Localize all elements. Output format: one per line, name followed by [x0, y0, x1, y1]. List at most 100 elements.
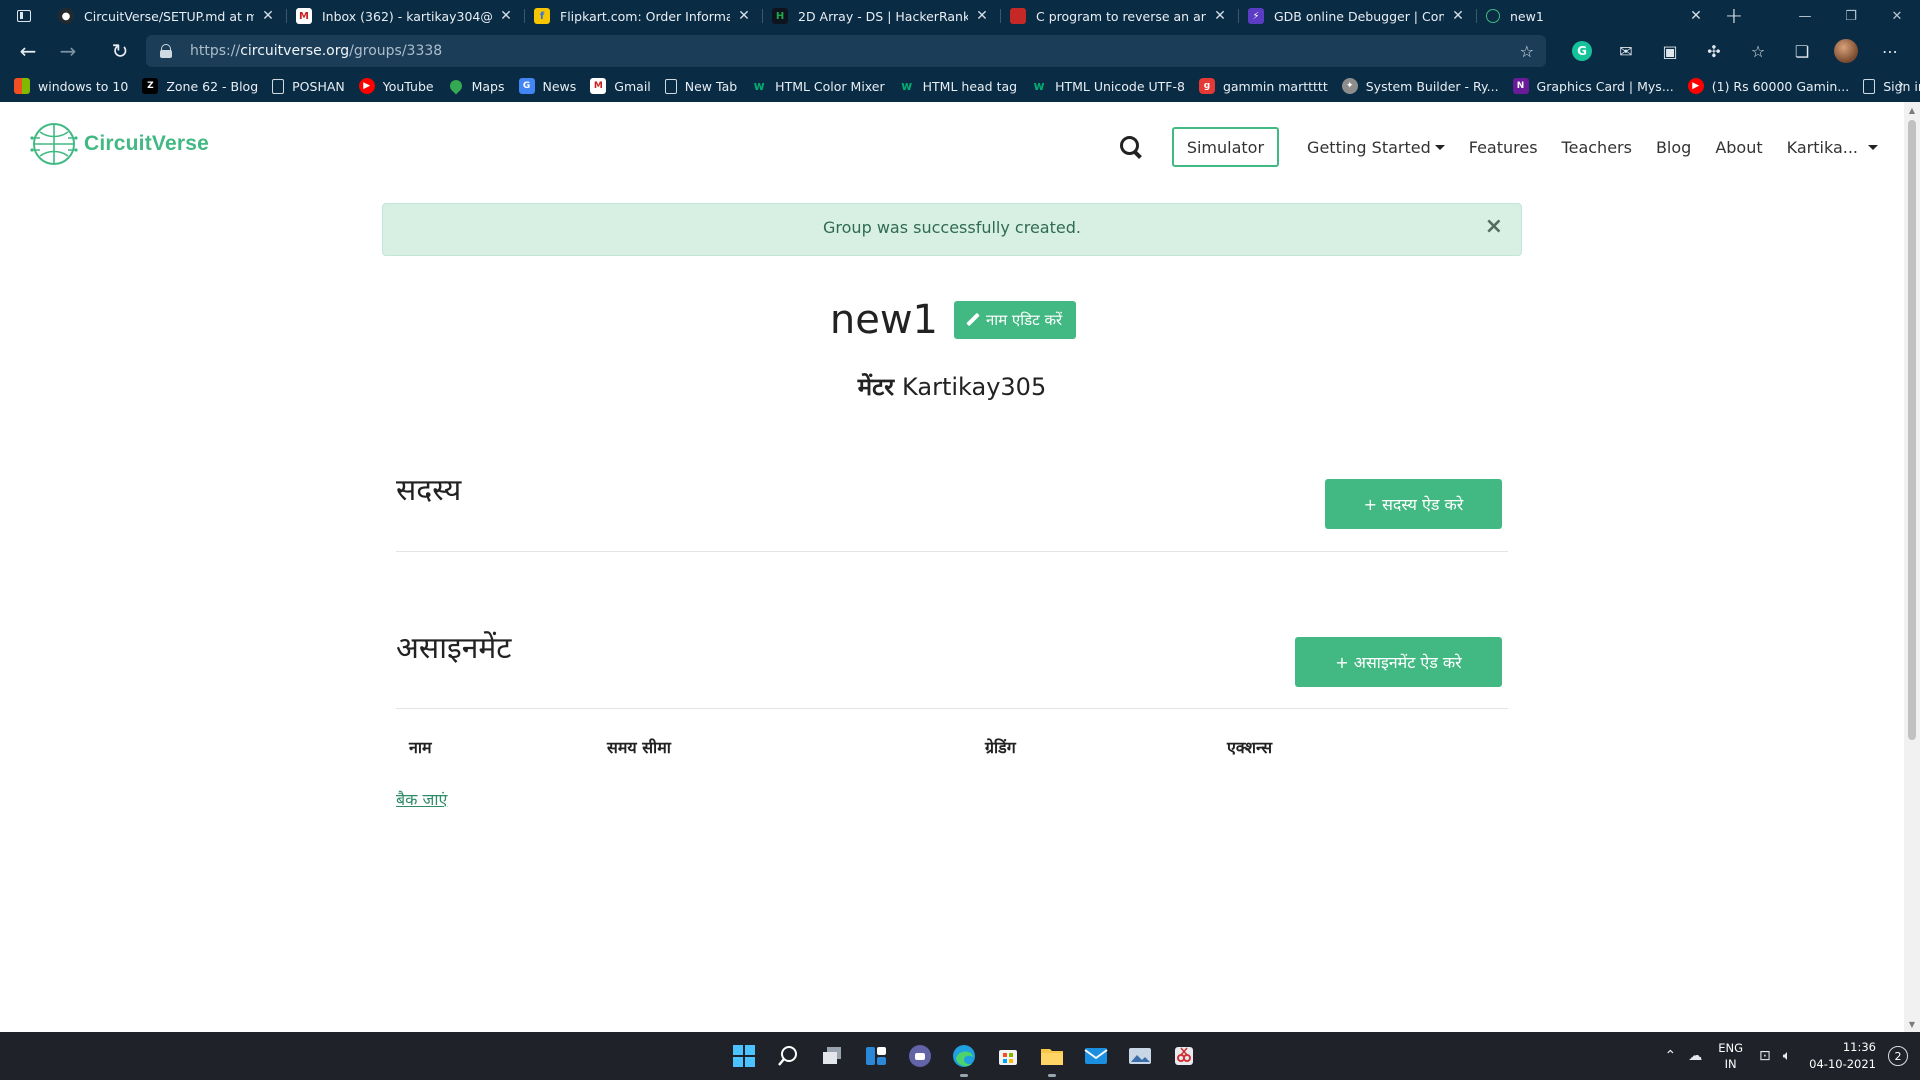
add-member-button[interactable]: + सदस्य ऐड करे [1325, 479, 1502, 529]
close-icon[interactable]: ✕ [260, 8, 276, 24]
notification-badge[interactable]: 2 [1888, 1046, 1908, 1066]
start-windows-icon[interactable] [722, 1032, 766, 1080]
restore-icon[interactable]: ❐ [1828, 0, 1874, 32]
bookmark-item[interactable]: POSHAN [270, 72, 353, 100]
user-name-label: Kartika... [1786, 137, 1858, 157]
bookmark-item[interactable]: N Graphics Card | Mys... [1511, 72, 1682, 100]
browser-tab[interactable]: f Flipkart.com: Order Information ✕ [524, 0, 762, 32]
mail-icon[interactable] [1074, 1032, 1118, 1080]
microsoft-store-icon[interactable] [986, 1032, 1030, 1080]
bookmark-item[interactable]: Z Zone 62 - Blog [140, 72, 266, 100]
back-link[interactable]: बैक जाएं [396, 788, 447, 810]
media-icon[interactable]: ▣ [1648, 32, 1692, 70]
reload-icon[interactable]: ↻ [100, 32, 140, 70]
collections-icon[interactable]: ❏ [1780, 32, 1824, 70]
close-icon[interactable]: ✕ [1450, 8, 1466, 24]
store-icon: g [1198, 78, 1215, 94]
onedrive-cloud-icon[interactable]: ☁ [1688, 1048, 1702, 1064]
page-scrollbar[interactable]: ▲ ▼ [1904, 102, 1920, 1032]
chevron-up-icon[interactable]: ⌃ [1665, 1048, 1677, 1064]
scroll-down-icon[interactable]: ▼ [1904, 1016, 1920, 1032]
group-header: new1 नाम एडिट करें [0, 297, 1904, 343]
simulator-button[interactable]: Simulator [1171, 127, 1280, 167]
taskbar-search-icon[interactable] [766, 1032, 810, 1080]
bookmark-item[interactable]: g gammin marttttt [1197, 72, 1336, 100]
browser-tab[interactable]: H 2D Array - DS | HackerRank ✕ [762, 0, 1000, 32]
scrollbar-thumb[interactable] [1908, 120, 1916, 740]
close-icon[interactable]: ✕ [498, 8, 514, 24]
task-view-icon[interactable] [810, 1032, 854, 1080]
bookmark-item[interactable]: Sign in [1861, 72, 1920, 100]
close-icon[interactable]: ✕ [1688, 8, 1704, 24]
nav-about[interactable]: About [1715, 138, 1762, 157]
bookmark-item[interactable]: ✦ System Builder - Ry... [1340, 72, 1507, 100]
photos-icon[interactable] [1118, 1032, 1162, 1080]
file-explorer-icon[interactable] [1030, 1032, 1074, 1080]
clock[interactable]: 11:36 04-10-2021 [1809, 1039, 1876, 1073]
globe-icon [1486, 9, 1500, 23]
address-bar-row: ← → ↻ https://circuitverse.org/groups/33… [0, 32, 1920, 70]
members-divider [396, 551, 1508, 552]
bookmark-item[interactable]: Maps [446, 72, 513, 100]
grammarly-icon[interactable]: G [1560, 32, 1604, 70]
forward-arrow-icon[interactable]: → [48, 32, 88, 70]
nav-getting-started[interactable]: Getting Started [1307, 138, 1445, 157]
tab-label: GDB online Debugger | Compile [1274, 8, 1444, 24]
close-icon[interactable]: ✕ [974, 8, 990, 24]
widgets-icon[interactable] [854, 1032, 898, 1080]
edge-browser-icon[interactable] [942, 1032, 986, 1080]
extensions-puzzle-icon[interactable]: ✣ [1692, 32, 1736, 70]
bookmark-item[interactable]: ▶ YouTube [357, 72, 442, 100]
brand-logo-link[interactable]: CircuitVerse [30, 120, 209, 168]
teams-chat-icon[interactable] [898, 1032, 942, 1080]
minimize-icon[interactable]: — [1782, 0, 1828, 32]
windows-icon [14, 78, 30, 94]
profile-avatar[interactable] [1824, 32, 1868, 70]
add-assignment-button[interactable]: + असाइनमेंट ऐड करे [1295, 637, 1502, 687]
browser-tab[interactable]: C program to reverse an array u ✕ [1000, 0, 1238, 32]
more-menu-icon[interactable]: ⋯ [1868, 32, 1912, 70]
bookmark-item[interactable]: New Tab [663, 72, 745, 100]
chevron-right-icon[interactable]: › [1898, 74, 1904, 93]
bookmark-item[interactable]: M Gmail [588, 72, 658, 100]
bookmark-item[interactable]: windows to 10 [12, 72, 136, 100]
snipping-tool-icon[interactable] [1162, 1032, 1206, 1080]
flipkart-icon: f [534, 8, 550, 24]
bookmark-item[interactable]: w HTML Color Mixer [749, 72, 892, 100]
language-indicator[interactable]: ENG IN [1718, 1040, 1743, 1072]
nav-features[interactable]: Features [1469, 138, 1538, 157]
close-window-icon[interactable]: ✕ [1874, 0, 1920, 32]
browser-tab[interactable]: ● CircuitVerse/SETUP.md at maste ✕ [48, 0, 286, 32]
nav-teachers[interactable]: Teachers [1562, 138, 1632, 157]
browser-tab[interactable]: ⚡ GDB online Debugger | Compile ✕ [1238, 0, 1476, 32]
search-icon[interactable] [1118, 134, 1144, 160]
close-icon[interactable]: ✕ [736, 8, 752, 24]
maps-icon [447, 77, 465, 95]
tab-label: new1 [1510, 8, 1544, 24]
bookmark-item[interactable]: ▶ (1) Rs 60000 Gamin... [1686, 72, 1857, 100]
edit-name-button[interactable]: नाम एडिट करें [953, 301, 1077, 339]
new-tab-button[interactable]: + [1714, 0, 1754, 32]
url-bar[interactable]: https://circuitverse.org/groups/3338 ☆ [146, 35, 1546, 67]
close-icon[interactable]: ✕ [1212, 8, 1228, 24]
navbar-links: Simulator Getting Started Features Teach… [1118, 127, 1878, 167]
bookmark-item[interactable]: G News [517, 72, 585, 100]
back-arrow-icon[interactable]: ← [8, 32, 48, 70]
bookmark-item[interactable]: w HTML head tag [897, 72, 1025, 100]
close-icon[interactable]: × [1485, 214, 1503, 239]
extension-icon[interactable]: ✉ [1604, 32, 1648, 70]
tab-actions-button[interactable] [0, 0, 48, 32]
browser-tab[interactable]: M Inbox (362) - kartikay304@gmai ✕ [286, 0, 524, 32]
scroll-up-icon[interactable]: ▲ [1904, 102, 1920, 118]
members-heading: सदस्य [396, 473, 462, 508]
add-favorite-icon[interactable]: ☆ [1520, 42, 1534, 61]
browser-tab-active[interactable]: new1 ✕ [1476, 0, 1714, 32]
bookmark-item[interactable]: w HTML Unicode UTF-8 [1029, 72, 1193, 100]
nav-blog[interactable]: Blog [1656, 138, 1691, 157]
network-icon[interactable]: ⊡ [1759, 1048, 1771, 1064]
builder-icon: ✦ [1341, 78, 1358, 94]
nav-user-menu[interactable]: Kartika... [1787, 138, 1878, 157]
favorites-icon[interactable]: ☆ [1736, 32, 1780, 70]
volume-icon[interactable]: 🔈︎ [1783, 1048, 1791, 1064]
gmail-icon: M [296, 8, 312, 24]
